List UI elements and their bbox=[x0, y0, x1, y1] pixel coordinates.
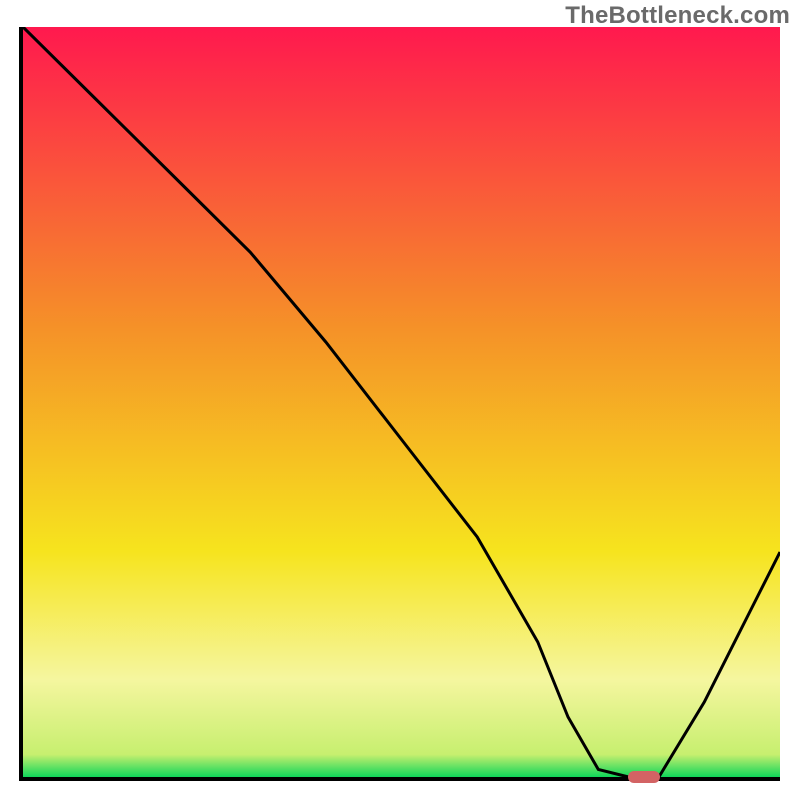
optimal-marker bbox=[628, 771, 660, 783]
plot-area bbox=[19, 27, 780, 781]
chart-root: TheBottleneck.com bbox=[0, 0, 800, 800]
gradient-background bbox=[23, 27, 780, 777]
gradient-rect bbox=[23, 27, 780, 777]
watermark-text: TheBottleneck.com bbox=[565, 2, 790, 30]
gradient-svg bbox=[23, 27, 780, 777]
